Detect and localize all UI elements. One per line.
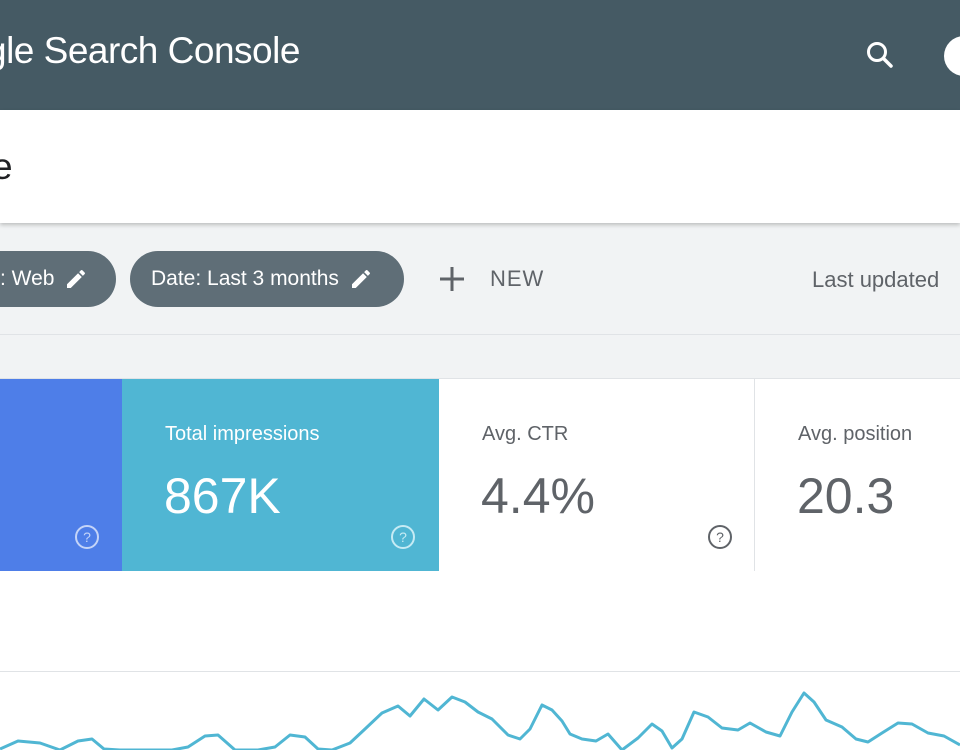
date-filter-label: Date: Last 3 months — [151, 267, 339, 290]
position-value: 20.3 — [797, 468, 895, 524]
app-bar: gle Search Console — [0, 0, 960, 110]
edit-icon — [67, 269, 86, 288]
avg-ctr-card[interactable]: Avg. CTR 4.4% ? — [439, 379, 755, 572]
total-clicks-card[interactable]: ? — [0, 379, 122, 572]
ctr-value: 4.4% — [481, 468, 595, 524]
impressions-label: Total impressions — [165, 423, 320, 445]
impressions-value: 867K — [164, 468, 281, 524]
last-updated-text: Last updated — [812, 267, 940, 292]
help-icon[interactable]: ? — [707, 524, 733, 550]
position-label: Avg. position — [798, 423, 913, 445]
app-title[interactable]: gle Search Console — [0, 30, 300, 72]
impressions-line-chart — [0, 691, 960, 750]
new-filter-button[interactable]: NEW — [436, 259, 544, 299]
edit-icon — [351, 269, 370, 288]
search-type-filter-label: : Web — [0, 267, 55, 290]
help-icon[interactable]: ? — [390, 524, 416, 550]
impressions-series-line — [0, 691, 960, 750]
svg-text:?: ? — [716, 529, 724, 545]
avg-position-card[interactable]: Avg. position 20.3 — [755, 379, 960, 572]
svg-text:?: ? — [83, 529, 91, 545]
new-filter-label: NEW — [490, 266, 545, 291]
filter-bar: : Web Date: Last 3 months NEW Last updat… — [0, 223, 960, 335]
date-filter-chip[interactable]: Date: Last 3 months — [130, 251, 404, 307]
page-title: e — [0, 146, 13, 187]
help-icon[interactable]: ? — [74, 524, 100, 550]
performance-chart — [0, 571, 960, 750]
page-header: e — [0, 110, 960, 223]
svg-text:?: ? — [399, 529, 407, 545]
total-impressions-card[interactable]: Total impressions 867K ? — [122, 379, 439, 572]
account-avatar[interactable] — [944, 36, 960, 76]
metric-cards: ? Total impressions 867K ? Avg. CTR 4.4%… — [0, 378, 960, 572]
ctr-label: Avg. CTR — [482, 423, 569, 445]
search-icon — [867, 42, 893, 68]
search-type-filter-chip[interactable]: : Web — [0, 251, 116, 307]
search-button[interactable] — [860, 35, 900, 75]
plus-icon — [440, 267, 464, 291]
